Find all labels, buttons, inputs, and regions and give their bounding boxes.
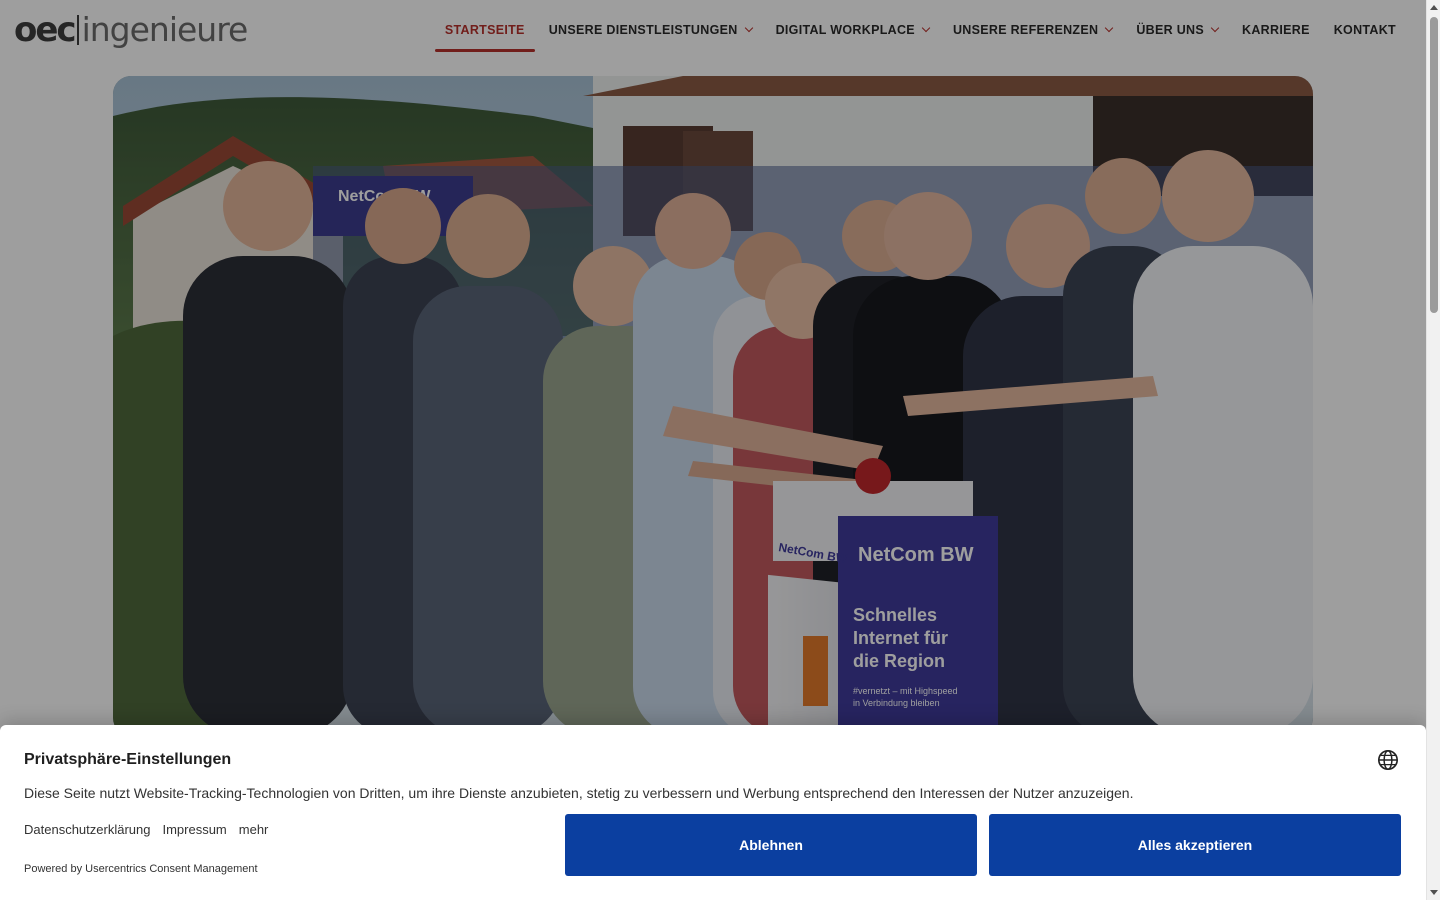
- page-scrollbar[interactable]: [1426, 0, 1440, 900]
- accept-all-button[interactable]: Alles akzeptieren: [989, 814, 1401, 876]
- consent-description: Diese Seite nutzt Website-Tracking-Techn…: [24, 785, 1134, 801]
- imprint-link[interactable]: Impressum: [162, 822, 226, 837]
- cookie-consent-banner: Privatsphäre-Einstellungen Diese Seite n…: [0, 725, 1426, 900]
- decline-button[interactable]: Ablehnen: [565, 814, 977, 876]
- consent-links: Datenschutzerklärung Impressum mehr: [24, 822, 268, 837]
- more-link[interactable]: mehr: [239, 822, 269, 837]
- privacy-policy-link[interactable]: Datenschutzerklärung: [24, 822, 150, 837]
- scroll-thumb[interactable]: [1430, 17, 1438, 313]
- scroll-up-arrow-icon[interactable]: [1430, 5, 1438, 10]
- globe-icon[interactable]: [1377, 749, 1399, 771]
- scroll-down-arrow-icon[interactable]: [1430, 890, 1438, 895]
- powered-by-text: Powered by Usercentrics Consent Manageme…: [24, 863, 258, 875]
- page: oec ingenieure STARTSEITE UNSERE DIENSTL…: [0, 0, 1426, 900]
- consent-title: Privatsphäre-Einstellungen: [24, 751, 232, 768]
